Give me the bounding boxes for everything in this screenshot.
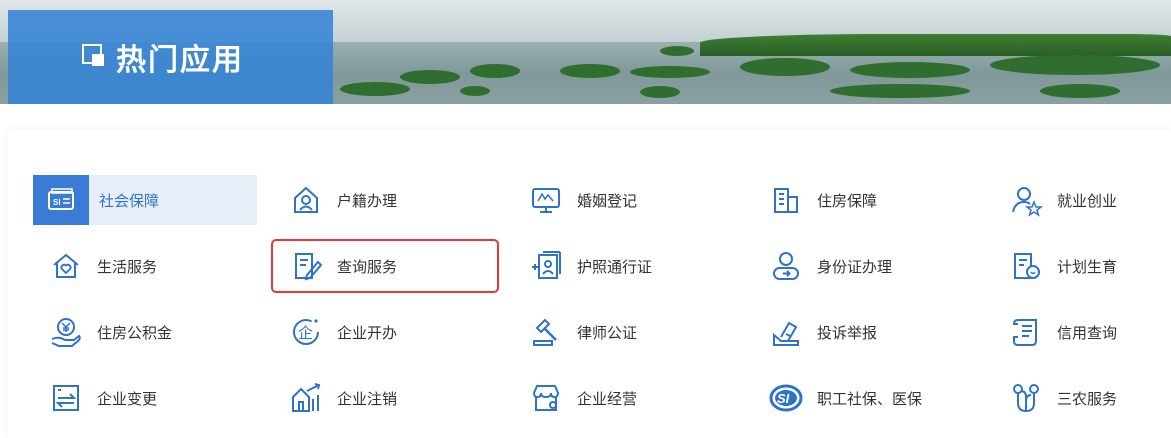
app-item-3[interactable]: 住房保障 bbox=[753, 175, 977, 225]
app-item-0[interactable]: SI 社会保障 bbox=[33, 175, 257, 225]
app-item-label: 计划生育 bbox=[1057, 257, 1118, 276]
svg-text:SI: SI bbox=[777, 391, 790, 406]
family-planning-icon bbox=[1005, 245, 1047, 287]
app-item-13[interactable]: 投诉举报 bbox=[753, 307, 977, 357]
app-item-18[interactable]: SI 职工社保、医保 bbox=[753, 373, 977, 423]
banner-island bbox=[1040, 84, 1120, 98]
banner-title-box: 热门应用 bbox=[8, 10, 333, 104]
banner-island bbox=[640, 86, 680, 98]
si-logo-icon: SI bbox=[765, 377, 807, 419]
lawyer-gavel-icon bbox=[525, 311, 567, 353]
home-heart-icon bbox=[45, 245, 87, 287]
app-item-label: 住房公积金 bbox=[97, 323, 173, 342]
app-item-label: 住房保障 bbox=[817, 191, 878, 210]
housing-building-icon bbox=[765, 179, 807, 221]
passport-permit-icon bbox=[525, 245, 567, 287]
app-item-7[interactable]: 护照通行证 bbox=[513, 241, 737, 291]
svg-text:企: 企 bbox=[298, 324, 313, 342]
app-item-label: 婚姻登记 bbox=[577, 191, 638, 210]
app-item-label: 三农服务 bbox=[1057, 389, 1118, 408]
app-item-label: 企业注销 bbox=[337, 389, 398, 408]
app-item-16[interactable]: 企业注销 bbox=[273, 373, 497, 423]
banner-island bbox=[340, 82, 410, 96]
household-register-icon bbox=[285, 179, 327, 221]
banner-island bbox=[560, 64, 620, 78]
social-security-card-icon: SI bbox=[33, 175, 89, 225]
banner-island bbox=[740, 58, 830, 76]
apps-panel: SI 社会保障 户籍办理 婚姻登记 住房保障 就业创业生活服务 查询服务 护照通行证 身份证办理… bbox=[8, 130, 1171, 438]
banner-island bbox=[660, 46, 694, 56]
app-item-label: 身份证办理 bbox=[817, 257, 893, 276]
app-item-2[interactable]: 婚姻登记 bbox=[513, 175, 737, 225]
banner-island bbox=[850, 62, 970, 78]
enterprise-open-icon: 企 bbox=[285, 311, 327, 353]
app-item-label: 投诉举报 bbox=[817, 323, 878, 342]
app-item-5[interactable]: 生活服务 bbox=[33, 241, 257, 291]
app-item-label: 职工社保、医保 bbox=[817, 389, 923, 408]
banner-island bbox=[400, 70, 460, 84]
banner-island bbox=[830, 84, 970, 98]
square-overlap-icon bbox=[80, 42, 110, 72]
app-item-label: 查询服务 bbox=[337, 257, 398, 276]
app-item-9[interactable]: 计划生育 bbox=[993, 241, 1171, 291]
app-item-12[interactable]: 律师公证 bbox=[513, 307, 737, 357]
svg-text:SI: SI bbox=[53, 198, 61, 207]
marriage-register-icon bbox=[525, 179, 567, 221]
app-item-17[interactable]: 企业经营 bbox=[513, 373, 737, 423]
query-document-pen-icon bbox=[285, 245, 327, 287]
enterprise-store-icon bbox=[525, 377, 567, 419]
app-item-15[interactable]: 企业变更 bbox=[33, 373, 257, 423]
app-item-label: 生活服务 bbox=[97, 257, 158, 276]
banner-shoreline bbox=[700, 34, 1171, 56]
app-item-label: 律师公证 bbox=[577, 323, 638, 342]
app-item-6[interactable]: 查询服务 bbox=[271, 239, 499, 293]
banner-island bbox=[470, 64, 520, 78]
app-item-4[interactable]: 就业创业 bbox=[993, 175, 1171, 225]
app-item-label: 企业变更 bbox=[97, 389, 158, 408]
id-card-user-icon bbox=[765, 245, 807, 287]
complaint-report-icon bbox=[765, 311, 807, 353]
enterprise-cancel-icon bbox=[285, 377, 327, 419]
app-item-8[interactable]: 身份证办理 bbox=[753, 241, 977, 291]
housing-fund-yen-icon bbox=[45, 311, 87, 353]
enterprise-change-icon bbox=[45, 377, 87, 419]
app-item-14[interactable]: 信用查询 bbox=[993, 307, 1171, 357]
credit-scroll-icon bbox=[1005, 311, 1047, 353]
app-item-label: 护照通行证 bbox=[577, 257, 653, 276]
banner-island bbox=[460, 86, 490, 96]
app-item-label: 信用查询 bbox=[1057, 323, 1118, 342]
banner-island bbox=[990, 55, 1160, 75]
app-item-11[interactable]: 企 企业开办 bbox=[273, 307, 497, 357]
app-item-label: 企业开办 bbox=[337, 323, 398, 342]
app-item-label: 社会保障 bbox=[99, 191, 160, 210]
page-title: 热门应用 bbox=[116, 43, 244, 78]
employment-user-star-icon bbox=[1005, 179, 1047, 221]
app-item-label: 企业经营 bbox=[577, 389, 638, 408]
app-item-19[interactable]: 三农服务 bbox=[993, 373, 1171, 423]
app-item-label: 就业创业 bbox=[1057, 191, 1118, 210]
app-item-1[interactable]: 户籍办理 bbox=[273, 175, 497, 225]
agriculture-sprout-icon bbox=[1005, 377, 1047, 419]
banner-island bbox=[630, 66, 710, 78]
banner: 热门应用 bbox=[0, 0, 1171, 104]
app-item-10[interactable]: 住房公积金 bbox=[33, 307, 257, 357]
app-item-label: 户籍办理 bbox=[337, 191, 398, 210]
